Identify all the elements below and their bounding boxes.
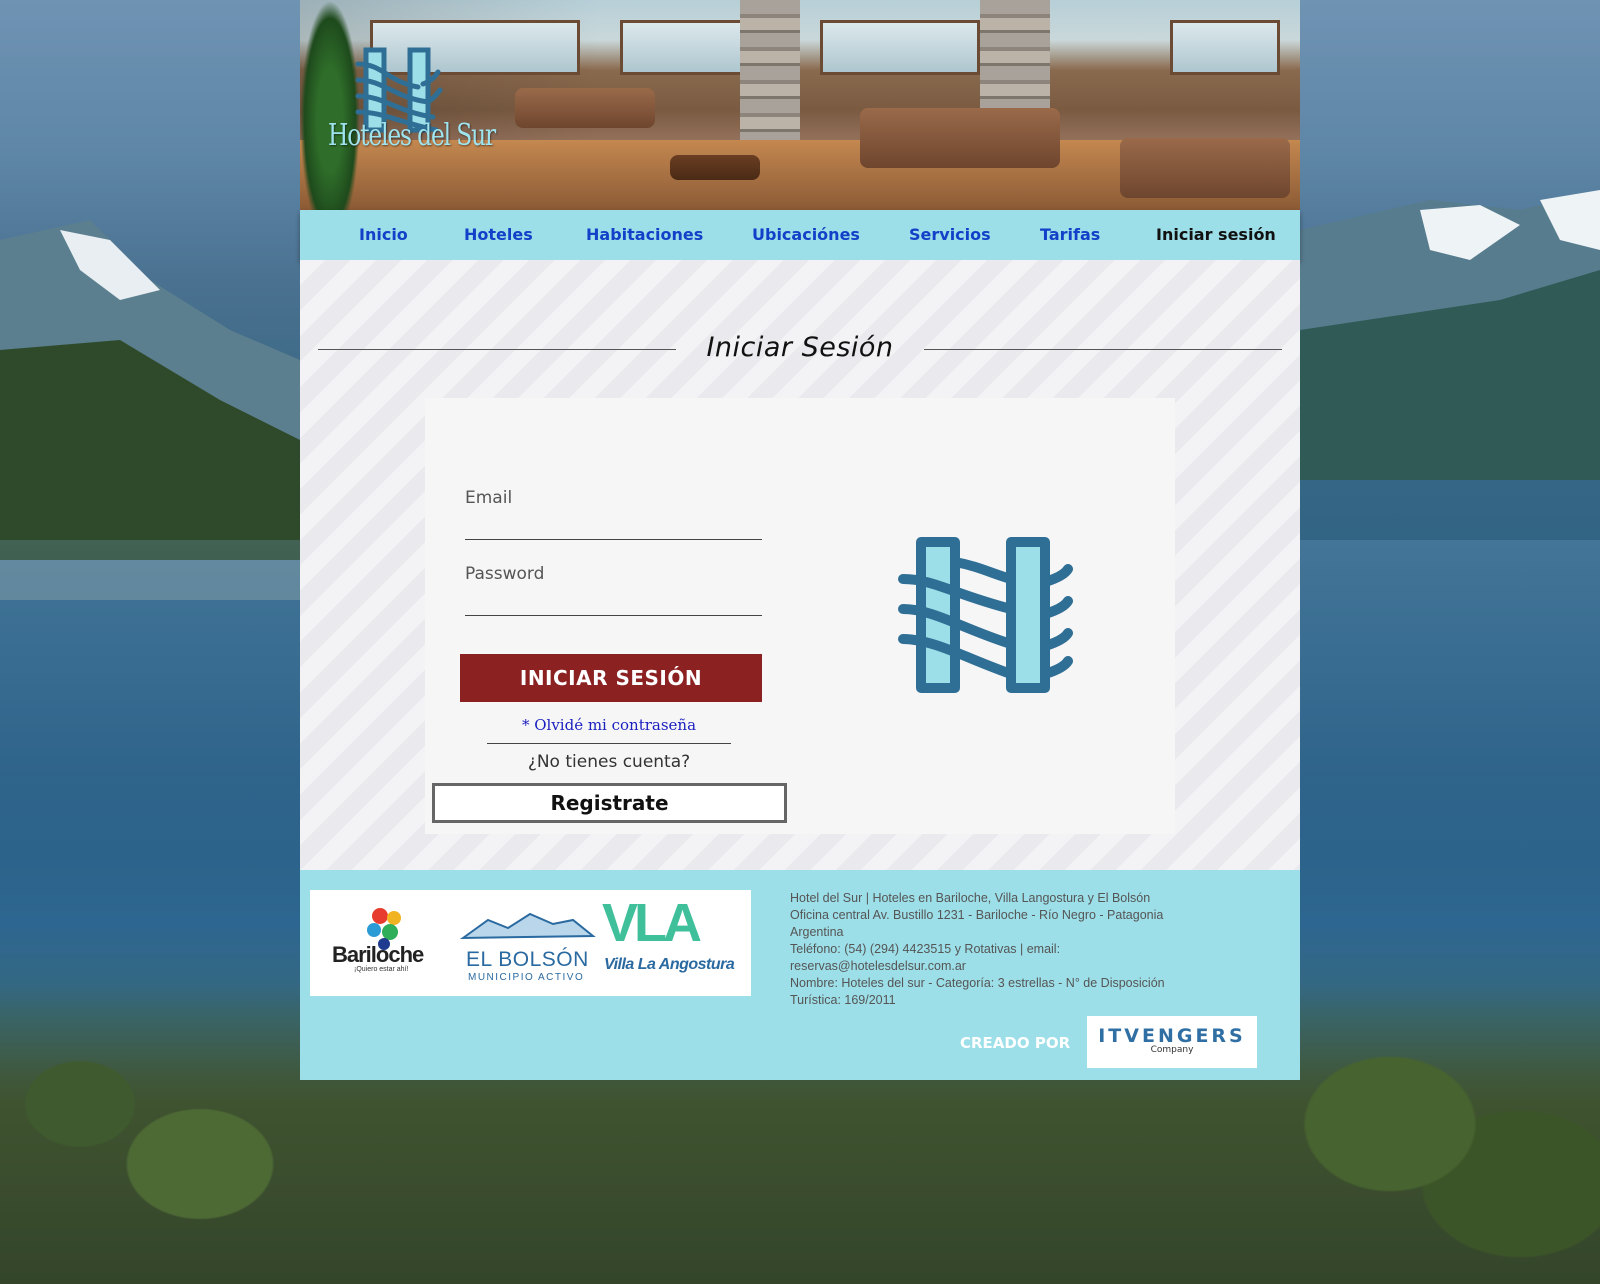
footer-contact-info: Hotel del Sur | Hoteles en Bariloche, Vi…: [790, 890, 1170, 1009]
footer-info-line: Hotel del Sur | Hoteles en Bariloche, Vi…: [790, 891, 1151, 905]
created-by-label: CREADO POR: [960, 1034, 1071, 1052]
partner-vla-tagline: Villa La Angostura: [604, 956, 735, 973]
page-title: Iniciar Sesión: [706, 332, 894, 363]
footer-email-link[interactable]: reservas@hotelesdelsur.com.ar: [790, 958, 1170, 975]
hotel-logo-large-icon: [898, 537, 1073, 693]
partner-logos: Bariloche ¡Quiero estar ahí! EL BOLSÓN M…: [310, 890, 751, 996]
partner-bariloche-tagline: ¡Quiero estar ahí!: [354, 966, 409, 973]
nav-item-hoteles[interactable]: Hoteles: [464, 210, 533, 260]
header-banner: Hoteles del Sur: [300, 0, 1300, 210]
nav-item-servicios[interactable]: Servicios: [909, 210, 991, 260]
email-underline: [465, 539, 762, 540]
partner-bariloche[interactable]: Bariloche ¡Quiero estar ahí!: [310, 890, 458, 996]
itvengers-name: ITVENGERS: [1098, 1025, 1246, 1047]
page-container: Hoteles del Sur Inicio Hoteles Habitacio…: [300, 0, 1300, 1080]
register-button[interactable]: Registrate: [432, 783, 787, 823]
footer: Bariloche ¡Quiero estar ahí! EL BOLSÓN M…: [300, 870, 1300, 1080]
no-account-text: ¿No tienes cuenta?: [527, 752, 691, 772]
footer-info-line: Oficina central Av. Bustillo 1231 - Bari…: [790, 908, 1164, 922]
partner-el-bolson[interactable]: EL BOLSÓN MUNICIPIO ACTIVO: [458, 890, 598, 996]
brand-name: Hoteles del Sur: [328, 118, 496, 153]
footer-info-line: Turística: 169/2011: [790, 993, 896, 1007]
footer-info-line: Teléfono: (54) (294) 4423515 y Rotativas…: [790, 942, 1061, 956]
partner-el-bolson-tagline: MUNICIPIO ACTIVO: [468, 972, 585, 983]
partner-villa-la-angostura[interactable]: VLA Villa La Angostura: [600, 890, 751, 996]
title-row: Iniciar Sesión: [318, 328, 1282, 368]
nav-item-iniciar-sesion[interactable]: Iniciar sesión: [1156, 210, 1276, 260]
password-underline: [465, 615, 762, 616]
itvengers-logo[interactable]: ITVENGERS Company: [1087, 1016, 1257, 1068]
partner-el-bolson-name: EL BOLSÓN: [466, 948, 589, 971]
nav-item-inicio[interactable]: Inicio: [359, 210, 408, 260]
forgot-divider: [487, 743, 731, 744]
email-field[interactable]: [465, 508, 762, 538]
password-field[interactable]: [465, 584, 762, 614]
nav-item-tarifas[interactable]: Tarifas: [1040, 210, 1100, 260]
forgot-password-link[interactable]: * Olvidé mi contraseña: [487, 716, 731, 734]
partner-bariloche-name: Bariloche: [332, 942, 424, 967]
main-navigation: Inicio Hoteles Habitaciones Ubicaciónes …: [300, 210, 1300, 260]
login-button[interactable]: INICIAR SESIÓN: [460, 654, 762, 702]
password-label: Password: [465, 564, 545, 584]
footer-info-line: Argentina: [790, 925, 844, 939]
partner-vla-name: VLA: [602, 893, 702, 953]
email-label: Email: [465, 488, 513, 508]
nav-item-habitaciones[interactable]: Habitaciones: [586, 210, 703, 260]
login-card: Email Password INICIAR SESIÓN * Olvidé m…: [425, 398, 1175, 834]
nav-item-ubicaciones[interactable]: Ubicaciónes: [752, 210, 860, 260]
main-content: Iniciar Sesión Email Password INICIAR SE…: [300, 260, 1300, 870]
footer-info-line: Nombre: Hoteles del sur - Categoría: 3 e…: [790, 976, 1165, 990]
